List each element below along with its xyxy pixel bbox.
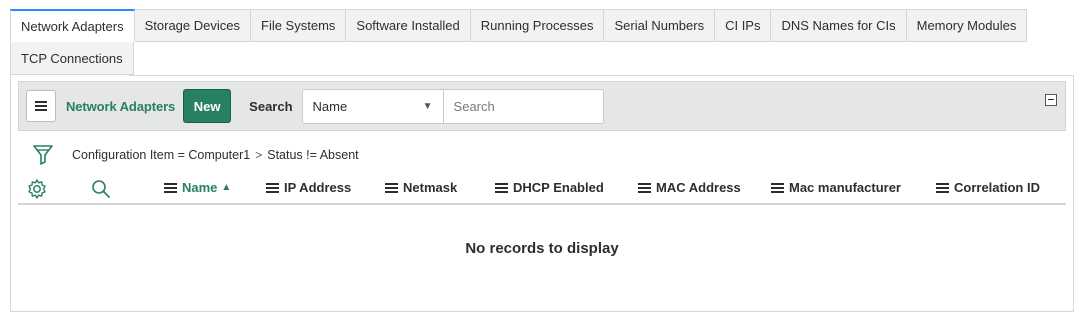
- column-header-netmask[interactable]: Netmask: [385, 180, 457, 195]
- empty-list-message: No records to display: [465, 240, 619, 257]
- new-button[interactable]: New: [183, 89, 232, 123]
- column-header-ip-address[interactable]: IP Address: [266, 180, 351, 195]
- tab-row-2: TCP Connections: [10, 42, 1074, 75]
- column-label: DHCP Enabled: [513, 180, 604, 195]
- column-menu-icon: [266, 182, 279, 193]
- column-label: Correlation ID: [954, 180, 1040, 195]
- search-field-select[interactable]: Name ▼: [301, 88, 444, 124]
- column-menu-icon: [164, 182, 177, 193]
- search-field-value: Name: [312, 98, 348, 114]
- column-header-mac-manufacturer[interactable]: Mac manufacturer: [771, 180, 901, 195]
- list-toolbar: Network Adapters New Search Name ▼: [18, 81, 1066, 131]
- tab-row-1: Network Adapters Storage Devices File Sy…: [10, 9, 1074, 42]
- search-input[interactable]: [443, 88, 604, 124]
- search-label: Search: [249, 98, 293, 114]
- breadcrumb-condition-status[interactable]: Status != Absent: [267, 148, 358, 162]
- column-label: Mac manufacturer: [789, 180, 901, 195]
- list-header-row: Name ▲ IP Address Netmask DHCP Enabled M…: [18, 173, 1066, 205]
- list-title[interactable]: Network Adapters: [66, 99, 175, 114]
- column-menu-icon: [771, 182, 784, 193]
- tab-dns-names[interactable]: DNS Names for CIs: [771, 9, 907, 42]
- column-label: IP Address: [284, 180, 352, 195]
- dropdown-caret-icon: ▼: [422, 100, 433, 112]
- gear-icon[interactable]: [26, 178, 48, 200]
- tab-tcp-connections[interactable]: TCP Connections: [10, 42, 134, 75]
- breadcrumb-condition-ci[interactable]: Configuration Item = Computer1: [72, 148, 250, 162]
- tab-network-adapters[interactable]: Network Adapters: [10, 9, 135, 42]
- filter-breadcrumb-row: Configuration Item = Computer1 > Status …: [32, 143, 359, 167]
- tab-running-processes[interactable]: Running Processes: [470, 9, 605, 42]
- tab-software-installed[interactable]: Software Installed: [346, 9, 471, 42]
- collapse-icon[interactable]: [1045, 94, 1057, 106]
- tab-ci-ips[interactable]: CI IPs: [715, 9, 772, 42]
- search-icon[interactable]: [90, 178, 112, 200]
- column-label: Name: [182, 180, 218, 195]
- list-context-menu-button[interactable]: [26, 90, 56, 122]
- column-label: Netmask: [403, 180, 458, 195]
- filter-icon[interactable]: [32, 143, 54, 167]
- column-label: MAC Address: [656, 180, 741, 195]
- breadcrumb-separator: >: [255, 148, 263, 162]
- column-header-correlation-id[interactable]: Correlation ID: [936, 180, 1040, 195]
- related-list-tabs: Network Adapters Storage Devices File Sy…: [10, 9, 1074, 75]
- tab-memory-modules[interactable]: Memory Modules: [906, 9, 1028, 42]
- column-header-mac-address[interactable]: MAC Address: [638, 180, 741, 195]
- column-menu-icon: [936, 182, 949, 193]
- column-header-name[interactable]: Name ▲: [164, 180, 231, 195]
- tab-storage-devices[interactable]: Storage Devices: [134, 9, 251, 42]
- column-header-dhcp-enabled[interactable]: DHCP Enabled: [495, 180, 604, 195]
- hamburger-icon: [35, 101, 47, 111]
- breadcrumb: Configuration Item = Computer1 > Status …: [72, 148, 359, 162]
- column-menu-icon: [385, 182, 398, 193]
- tab-file-systems[interactable]: File Systems: [251, 9, 347, 42]
- column-menu-icon: [495, 182, 508, 193]
- panel-divider: [129, 75, 1074, 76]
- sort-ascending-icon: ▲: [221, 182, 232, 193]
- column-menu-icon: [638, 182, 651, 193]
- tab-serial-numbers[interactable]: Serial Numbers: [604, 9, 716, 42]
